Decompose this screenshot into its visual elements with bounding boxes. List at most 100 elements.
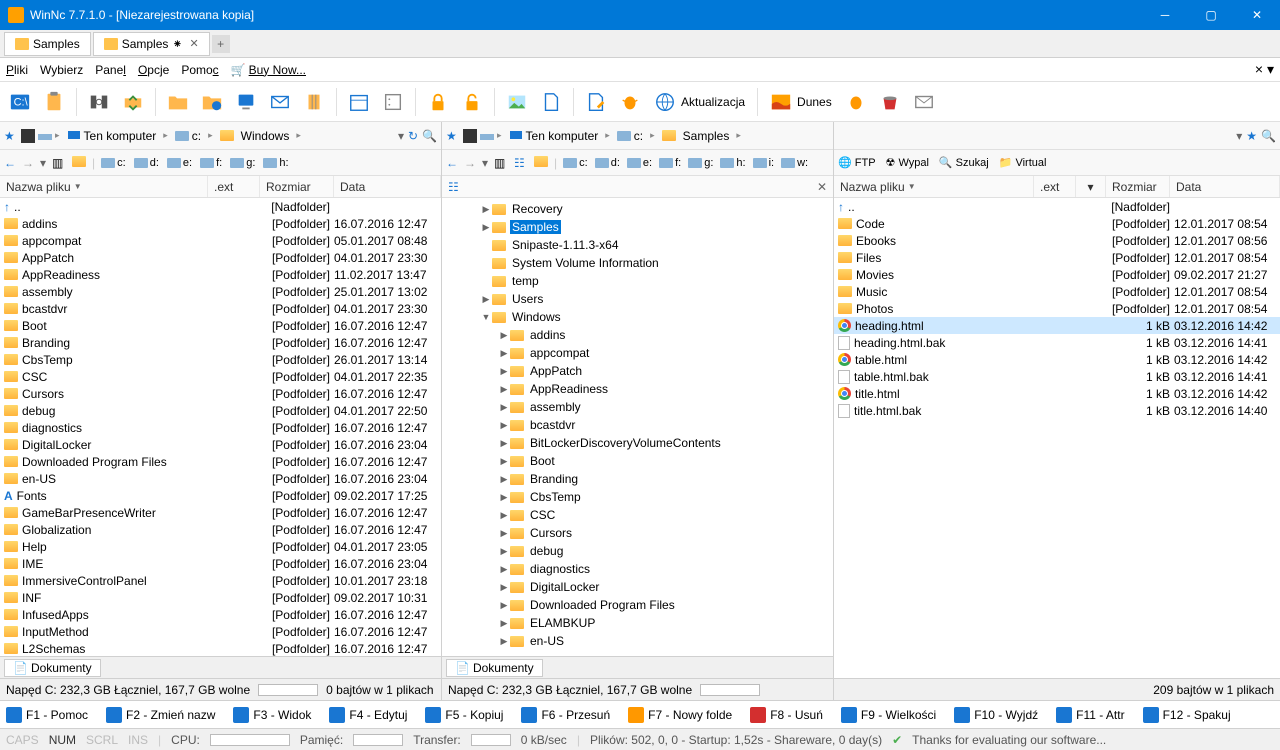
tree-node[interactable]: temp	[442, 272, 833, 290]
tree-node[interactable]: ▶AppReadiness	[442, 380, 833, 398]
cmd-icon[interactable]	[21, 129, 35, 143]
tree-node[interactable]: ▶appcompat	[442, 344, 833, 362]
tree-node[interactable]: ▶ELAMBKUP	[442, 614, 833, 632]
tree-node[interactable]: Snipaste-1.11.3-x64	[442, 236, 833, 254]
file-row[interactable]: Cursors[Podfolder]16.07.2016 12:47	[0, 385, 441, 402]
tree-node[interactable]: ▶Branding	[442, 470, 833, 488]
file-row[interactable]: title.html1 kB03.12.2016 14:42	[834, 385, 1280, 402]
drive-h:[interactable]: h:	[263, 157, 288, 169]
bucket-button[interactable]	[876, 87, 904, 117]
tree-node[interactable]: ▶en-US	[442, 632, 833, 650]
tree-node[interactable]: ▶BitLockerDiscoveryVolumeContents	[442, 434, 833, 452]
menu-close-icon[interactable]: × ▾	[1255, 61, 1274, 78]
search-icon[interactable]: 🔍	[422, 129, 437, 143]
dropdown-icon[interactable]: ▾	[398, 129, 404, 143]
tree-node[interactable]: ▼Windows	[442, 308, 833, 326]
tree-node[interactable]: ▶addins	[442, 326, 833, 344]
back-icon[interactable]: ←	[4, 156, 16, 170]
tree-node[interactable]: ▶Users	[442, 290, 833, 308]
file-row[interactable]: table.html1 kB03.12.2016 14:42	[834, 351, 1280, 368]
file-row[interactable]: debug[Podfolder]04.01.2017 22:50	[0, 402, 441, 419]
fwd-icon[interactable]: →	[464, 156, 476, 170]
tree-node[interactable]: ▶Samples	[442, 218, 833, 236]
fkey-F5[interactable]: F5 - Kopiuj	[425, 707, 503, 723]
file-row[interactable]: en-US[Podfolder]16.07.2016 23:04	[0, 470, 441, 487]
file-row[interactable]: InputMethod[Podfolder]16.07.2016 12:47	[0, 623, 441, 640]
file-row[interactable]: title.html.bak1 kB03.12.2016 14:40	[834, 402, 1280, 419]
col-date[interactable]: Data	[1170, 176, 1280, 197]
menu-help[interactable]: Pomoc	[181, 63, 218, 77]
col-name[interactable]: Nazwa pliku ▼	[834, 176, 1034, 197]
file-row[interactable]: Branding[Podfolder]16.07.2016 12:47	[0, 334, 441, 351]
file-row[interactable]: bcastdvr[Podfolder]04.01.2017 23:30	[0, 300, 441, 317]
folder-up-icon[interactable]	[72, 156, 86, 170]
left-mini-tab[interactable]: 📄Dokumenty	[4, 659, 101, 677]
fkey-F8[interactable]: F8 - Usuń	[750, 707, 823, 723]
star-icon[interactable]: ★	[446, 129, 460, 143]
right-filelist[interactable]: ↑..[Nadfolder]Code[Podfolder]12.01.2017 …	[834, 198, 1280, 656]
bc-drive[interactable]: c:	[171, 127, 205, 145]
star-icon[interactable]: ★	[4, 129, 18, 143]
star-icon[interactable]: ★	[1246, 129, 1257, 143]
tree-node[interactable]: ▶Cursors	[442, 524, 833, 542]
file-row[interactable]: AppReadiness[Podfolder]11.02.2017 13:47	[0, 266, 441, 283]
maximize-button[interactable]: ▢	[1188, 0, 1234, 30]
bug-button[interactable]	[616, 87, 644, 117]
minimize-button[interactable]: ─	[1142, 0, 1188, 30]
fkey-F2[interactable]: F2 - Zmień nazw	[106, 707, 215, 723]
dropdown-icon[interactable]: ▾	[1236, 129, 1242, 143]
drive-e:[interactable]: e:	[167, 157, 192, 169]
fkey-F6[interactable]: F6 - Przesuń	[521, 707, 610, 723]
drive-icon[interactable]	[38, 129, 52, 143]
folder-button[interactable]	[164, 87, 192, 117]
bc-drive[interactable]: c:	[613, 127, 647, 145]
tree-icon[interactable]: ☷	[514, 156, 528, 170]
find-button[interactable]	[85, 87, 113, 117]
tree-node[interactable]: ▶bcastdvr	[442, 416, 833, 434]
refresh-icon[interactable]: ↻	[408, 129, 418, 143]
lock-button[interactable]	[424, 87, 452, 117]
fkey-F7[interactable]: F7 - Nowy folde	[628, 707, 732, 723]
col-size[interactable]: Rozmiar	[1106, 176, 1170, 197]
net-ftp[interactable]: 🌐 FTP	[838, 156, 876, 169]
file-row[interactable]: GameBarPresenceWriter[Podfolder]16.07.20…	[0, 504, 441, 521]
cmd-button[interactable]: C:\	[6, 87, 34, 117]
mail-button[interactable]	[266, 87, 294, 117]
tree-node[interactable]: System Volume Information	[442, 254, 833, 272]
close-button[interactable]: ✕	[1234, 0, 1280, 30]
drive-i:[interactable]: i:	[753, 157, 775, 169]
folder-tree[interactable]: ▶Recovery▶SamplesSnipaste-1.11.3-x64Syst…	[442, 198, 833, 656]
compress-button[interactable]	[300, 87, 328, 117]
fkey-F11[interactable]: F11 - Attr	[1056, 707, 1124, 723]
file-row[interactable]: CSC[Podfolder]04.01.2017 22:35	[0, 368, 441, 385]
right-mini-tab[interactable]: 📄Dokumenty	[446, 659, 543, 677]
unlock-button[interactable]	[458, 87, 486, 117]
file-row[interactable]: table.html.bak1 kB03.12.2016 14:41	[834, 368, 1280, 385]
file-row[interactable]: CbsTemp[Podfolder]26.01.2017 13:14	[0, 351, 441, 368]
history-icon[interactable]: ▾	[482, 156, 488, 170]
fkey-F10[interactable]: F10 - Wyjdź	[954, 707, 1038, 723]
cmd-icon[interactable]	[463, 129, 477, 143]
document-button[interactable]	[537, 87, 565, 117]
drive-c:[interactable]: c:	[563, 157, 588, 169]
tab-samples-1[interactable]: Samples	[4, 32, 91, 56]
file-row[interactable]: diagnostics[Podfolder]16.07.2016 12:47	[0, 419, 441, 436]
file-row[interactable]: Movies[Podfolder]09.02.2017 21:27	[834, 266, 1280, 283]
mail2-button[interactable]	[910, 87, 938, 117]
update-button[interactable]: Aktualizacja	[650, 91, 749, 113]
col-date[interactable]: Data	[334, 176, 441, 197]
file-row[interactable]: INF[Podfolder]09.02.2017 10:31	[0, 589, 441, 606]
back-icon[interactable]: ←	[446, 156, 458, 170]
file-row[interactable]: Photos[Podfolder]12.01.2017 08:54	[834, 300, 1280, 317]
file-row[interactable]: ImmersiveControlPanel[Podfolder]10.01.20…	[0, 572, 441, 589]
bc-computer[interactable]: Ten komputer	[505, 127, 603, 145]
file-row[interactable]: Code[Podfolder]12.01.2017 08:54	[834, 215, 1280, 232]
net-virt[interactable]: 📁 Virtual	[999, 156, 1047, 169]
close-icon[interactable]: ✕	[189, 37, 198, 50]
file-row[interactable]: Ebooks[Podfolder]12.01.2017 08:56	[834, 232, 1280, 249]
col-size[interactable]: Rozmiar	[260, 176, 334, 197]
dunes-button[interactable]: Dunes	[766, 91, 836, 113]
bc-computer[interactable]: Ten komputer	[63, 127, 161, 145]
menu-panel[interactable]: Panel	[95, 63, 126, 77]
file-row[interactable]: IME[Podfolder]16.07.2016 23:04	[0, 555, 441, 572]
